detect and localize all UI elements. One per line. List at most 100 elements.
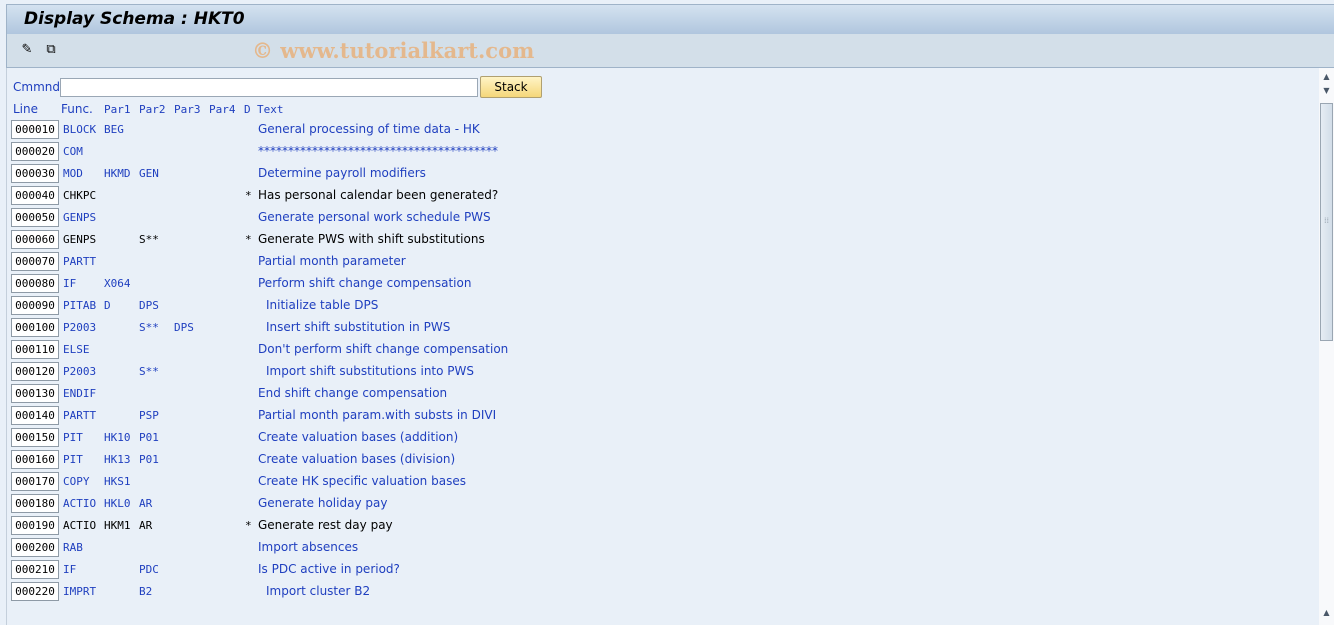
line-text: Import shift substitutions into PWS xyxy=(266,364,475,378)
line-number-field[interactable]: 000070 xyxy=(11,252,59,271)
schema-line: 000130 ENDIF End shift change compensation xyxy=(7,384,1307,406)
function-cell: MOD xyxy=(63,167,83,180)
display-change-icon[interactable]: ✎ xyxy=(19,42,35,58)
line-number-field[interactable]: 000090 xyxy=(11,296,59,315)
schema-line: 000080 IF X064 Perform shift change compens… xyxy=(7,274,1307,296)
column-header-par2: Par2 xyxy=(139,103,166,116)
function-cell: BLOCK xyxy=(63,123,97,136)
schema-line: 000170 COPY HKS1 Create HK specific valuati… xyxy=(7,472,1307,494)
function-cell: PARTT xyxy=(63,255,97,268)
function-cell: IMPRT xyxy=(63,585,97,598)
par2-cell: P01 xyxy=(139,453,159,466)
schema-line: 000070 PARTT Partial month parameter xyxy=(7,252,1307,274)
line-text: Create valuation bases (division) xyxy=(258,452,456,466)
line-text: Initialize table DPS xyxy=(266,298,379,312)
vertical-scrollbar[interactable]: ▲ ▼ ⁞⁞ ▲ xyxy=(1319,68,1334,625)
line-text: Partial month parameter xyxy=(258,254,406,268)
schema-line: 000030 MOD HKMD GEN Determine payroll modifi… xyxy=(7,164,1307,186)
line-text: Import absences xyxy=(258,540,359,554)
schema-line: 000190 ACTIO HKM1 AR * Generate rest day pay xyxy=(7,516,1307,538)
line-text: Partial month param.with substs in DIVI xyxy=(258,408,497,422)
line-text: Generate holiday pay xyxy=(258,496,388,510)
schema-line: 000060 GENPS S** * Generate PWS with shift s… xyxy=(7,230,1307,252)
column-header-text: Text xyxy=(257,103,284,116)
line-number-field[interactable]: 000020 xyxy=(11,142,59,161)
line-number-field[interactable]: 000170 xyxy=(11,472,59,491)
function-cell: ACTIO xyxy=(63,497,97,510)
line-number-field[interactable]: 000160 xyxy=(11,450,59,469)
scroll-up-icon[interactable]: ▲ xyxy=(1319,70,1334,84)
par2-cell: B2 xyxy=(139,585,153,598)
schema-line: 000010 BLOCK BEG General processing of time… xyxy=(7,120,1307,142)
function-cell: PITAB xyxy=(63,299,97,312)
line-number-field[interactable]: 000040 xyxy=(11,186,59,205)
par2-cell: GEN xyxy=(139,167,159,180)
line-text: Is PDC active in period? xyxy=(258,562,400,576)
line-text: End shift change compensation xyxy=(258,386,448,400)
par2-cell: PDC xyxy=(139,563,159,576)
schema-line: 000200 RAB Import absences xyxy=(7,538,1307,560)
par1-cell: HK13 xyxy=(104,453,131,466)
comment-flag: * xyxy=(245,519,252,532)
window-title: Display Schema : HKT0 xyxy=(24,9,245,29)
par1-cell: D xyxy=(104,299,111,312)
line-text: Generate personal work schedule PWS xyxy=(258,210,491,224)
schema-line: 000180 ACTIO HKL0 AR Generate holiday pay xyxy=(7,494,1307,516)
line-number-field[interactable]: 000030 xyxy=(11,164,59,183)
line-number-field[interactable]: 000150 xyxy=(11,428,59,447)
function-cell: CHKPC xyxy=(63,189,97,202)
schema-line: 000210 IF PDC Is PDC active in period? xyxy=(7,560,1307,582)
line-number-field[interactable]: 000050 xyxy=(11,208,59,227)
line-number-field[interactable]: 000190 xyxy=(11,516,59,535)
par2-cell: S** xyxy=(139,365,159,378)
line-text: Generate PWS with shift substitutions xyxy=(258,232,485,246)
line-number-field[interactable]: 000210 xyxy=(11,560,59,579)
par2-cell: PSP xyxy=(139,409,159,422)
application-toolbar: ✎ ⧉ © www.tutorialkart.com xyxy=(6,34,1334,68)
function-cell: RAB xyxy=(63,541,83,554)
command-input[interactable] xyxy=(60,78,478,97)
line-number-field[interactable]: 000110 xyxy=(11,340,59,359)
command-label: Cmmnd xyxy=(13,80,60,94)
line-number-field[interactable]: 000120 xyxy=(11,362,59,381)
line-number-field[interactable]: 000220 xyxy=(11,582,59,601)
scroll-down-icon[interactable]: ▼ xyxy=(1319,84,1334,98)
line-text: Determine payroll modifiers xyxy=(258,166,426,180)
function-cell: PIT xyxy=(63,453,83,466)
line-number-field[interactable]: 000200 xyxy=(11,538,59,557)
line-number-field[interactable]: 000060 xyxy=(11,230,59,249)
column-header-par1: Par1 xyxy=(104,103,131,116)
function-cell: COM xyxy=(63,145,83,158)
schema-editor: Cmmnd Stack Line Func. Par1 Par2 Par3 Pa… xyxy=(6,68,1320,625)
column-header-d: D xyxy=(244,103,251,116)
line-text: Has personal calendar been generated? xyxy=(258,188,499,202)
line-text: Insert shift substitution in PWS xyxy=(266,320,451,334)
watermark: © www.tutorialkart.com xyxy=(252,38,535,63)
scroll-up-bottom-icon[interactable]: ▲ xyxy=(1319,606,1334,620)
title-bar: Display Schema : HKT0 xyxy=(6,4,1334,34)
other-object-icon[interactable]: ⧉ xyxy=(43,42,59,58)
line-number-field[interactable]: 000180 xyxy=(11,494,59,513)
line-number-field[interactable]: 000080 xyxy=(11,274,59,293)
line-number-field[interactable]: 000130 xyxy=(11,384,59,403)
par1-cell: HKL0 xyxy=(104,497,131,510)
column-header-line: Line xyxy=(13,102,39,116)
scroll-thumb[interactable]: ⁞⁞ xyxy=(1320,103,1333,341)
line-text: General processing of time data - HK xyxy=(258,122,480,136)
line-number-field[interactable]: 000100 xyxy=(11,318,59,337)
par1-cell: HKM1 xyxy=(104,519,131,532)
par2-cell: P01 xyxy=(139,431,159,444)
line-number-field[interactable]: 000010 xyxy=(11,120,59,139)
function-cell: PARTT xyxy=(63,409,97,422)
stack-button[interactable]: Stack xyxy=(480,76,542,98)
function-cell: GENPS xyxy=(63,211,97,224)
par2-cell: S** xyxy=(139,321,159,334)
schema-line: 000120 P2003 S** Import shift substitutions… xyxy=(7,362,1307,384)
schema-line: 000100 P2003 S** DPS Insert shift substituti… xyxy=(7,318,1307,340)
column-header-par4: Par4 xyxy=(209,103,236,116)
line-text: Don't perform shift change compensation xyxy=(258,342,509,356)
schema-line: 000110 ELSE Don't perform shift change com… xyxy=(7,340,1307,362)
line-number-field[interactable]: 000140 xyxy=(11,406,59,425)
par1-cell: BEG xyxy=(104,123,124,136)
function-cell: PIT xyxy=(63,431,83,444)
